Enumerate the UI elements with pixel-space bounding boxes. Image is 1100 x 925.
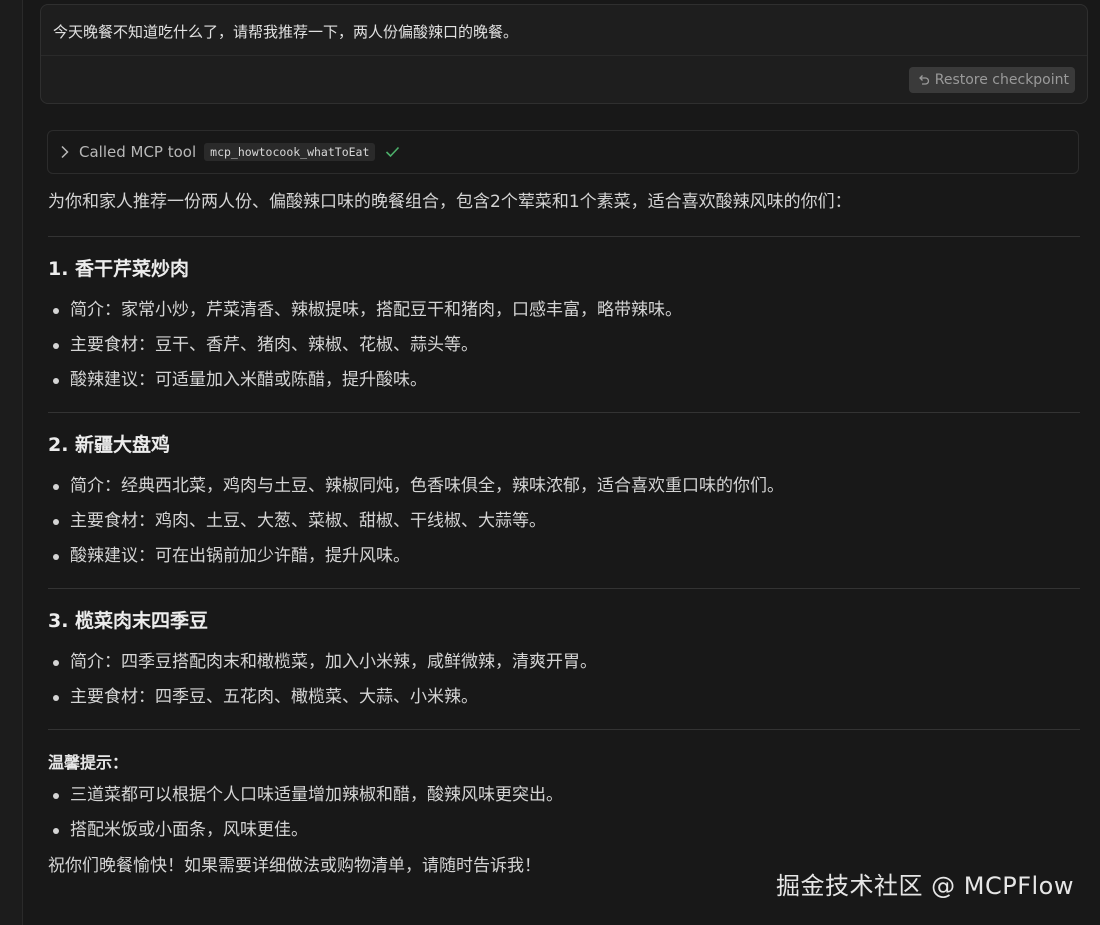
list-item: 简介：四季豆搭配肉末和橄榄菜，加入小米辣，咸鲜微辣，清爽开胃。 <box>48 645 1080 680</box>
section-divider <box>48 412 1080 413</box>
dish-details-list: 简介：家常小炒，芹菜清香、辣椒提味，搭配豆干和猪肉，口感丰富，略带辣味。 主要食… <box>48 293 1080 398</box>
user-message-card: 今天晚餐不知道吃什么了，请帮我推荐一下，两人份偏酸辣口的晚餐。 Restore … <box>40 4 1088 104</box>
section-divider <box>48 729 1080 730</box>
checkmark-icon <box>385 146 400 158</box>
left-sidebar-edge <box>0 0 23 925</box>
user-message-divider <box>41 55 1087 56</box>
response-intro: 为你和家人推荐一份两人份、偏酸辣口味的晚餐组合，包含2个荤菜和1个素菜，适合喜欢… <box>48 192 852 212</box>
dish-section-2: 2. 新疆大盘鸡 简介：经典西北菜，鸡肉与土豆、辣椒同炖，色香味俱全，辣味浓郁，… <box>48 431 1080 574</box>
list-item: 简介：家常小炒，芹菜清香、辣椒提味，搭配豆干和猪肉，口感丰富，略带辣味。 <box>48 293 1080 328</box>
mcp-tool-call-row[interactable]: Called MCP tool mcp_howtocook_whatToEat <box>47 130 1079 174</box>
watermark: 掘金技术社区 @ MCPFlow <box>776 872 1074 900</box>
tips-title: 温馨提示： <box>48 753 129 772</box>
user-message-text: 今天晚餐不知道吃什么了，请帮我推荐一下，两人份偏酸辣口的晚餐。 <box>53 23 519 41</box>
list-item: 主要食材：豆干、香芹、猪肉、辣椒、花椒、蒜头等。 <box>48 328 1080 363</box>
restore-checkpoint-label: Restore checkpoint <box>934 72 1069 88</box>
list-item: 主要食材：四季豆、五花肉、橄榄菜、大蒜、小米辣。 <box>48 680 1080 715</box>
undo-icon <box>918 74 929 85</box>
section-divider <box>48 588 1080 589</box>
dish-details-list: 简介：经典西北菜，鸡肉与土豆、辣椒同炖，色香味俱全，辣味浓郁，适合喜欢重口味的你… <box>48 469 1080 574</box>
chevron-right-icon[interactable] <box>60 145 70 159</box>
list-item: 主要食材：鸡肉、土豆、大葱、菜椒、甜椒、干线椒、大蒜等。 <box>48 504 1080 539</box>
list-item: 简介：经典西北菜，鸡肉与土豆、辣椒同炖，色香味俱全，辣味浓郁，适合喜欢重口味的你… <box>48 469 1080 504</box>
dish-title: 3. 榄菜肉末四季豆 <box>48 610 209 632</box>
dish-title: 2. 新疆大盘鸡 <box>48 434 171 456</box>
tips-list: 三道菜都可以根据个人口味适量增加辣椒和醋，酸辣风味更突出。 搭配米饭或小面条，风… <box>48 778 1080 848</box>
dish-section-1: 1. 香干芹菜炒肉 简介：家常小炒，芹菜清香、辣椒提味，搭配豆干和猪肉，口感丰富… <box>48 255 1080 398</box>
list-item: 酸辣建议：可在出锅前加少许醋，提升风味。 <box>48 539 1080 574</box>
list-item: 搭配米饭或小面条，风味更佳。 <box>48 813 1080 848</box>
assistant-response: 为你和家人推荐一份两人份、偏酸辣口味的晚餐组合，包含2个荤菜和1个素菜，适合喜欢… <box>48 186 1080 884</box>
tool-name-badge: mcp_howtocook_whatToEat <box>204 143 376 161</box>
list-item: 酸辣建议：可适量加入米醋或陈醋，提升酸味。 <box>48 363 1080 398</box>
dish-section-3: 3. 榄菜肉末四季豆 简介：四季豆搭配肉末和橄榄菜，加入小米辣，咸鲜微辣，清爽开… <box>48 607 1080 715</box>
tool-call-label: Called MCP tool <box>79 143 197 161</box>
section-divider <box>48 236 1080 237</box>
dish-details-list: 简介：四季豆搭配肉末和橄榄菜，加入小米辣，咸鲜微辣，清爽开胃。 主要食材：四季豆… <box>48 645 1080 715</box>
dish-title: 1. 香干芹菜炒肉 <box>48 258 190 280</box>
restore-checkpoint-button[interactable]: Restore checkpoint <box>908 67 1075 93</box>
tips-section: 温馨提示： 三道菜都可以根据个人口味适量增加辣椒和醋，酸辣风味更突出。 搭配米饭… <box>48 748 1080 884</box>
list-item: 三道菜都可以根据个人口味适量增加辣椒和醋，酸辣风味更突出。 <box>48 778 1080 813</box>
